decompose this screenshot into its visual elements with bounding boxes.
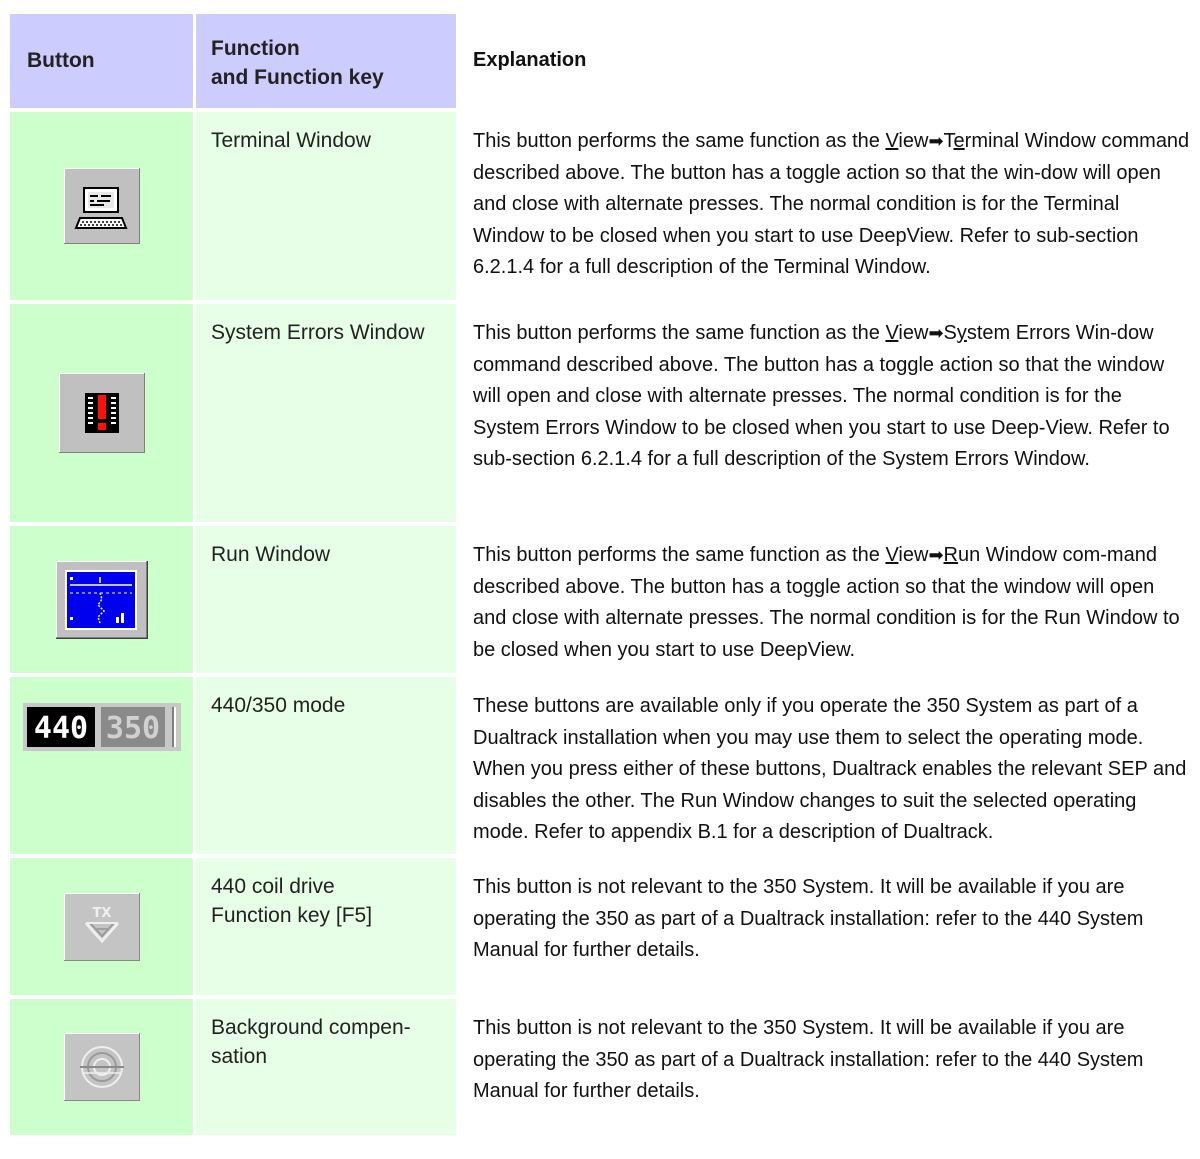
header-button: Button [10, 14, 193, 108]
function-label: sation [211, 1045, 268, 1068]
coil-drive-function: 440 coil drive Function key [F5] [196, 858, 456, 995]
coil-drive-icon[interactable]: TX [63, 892, 140, 961]
explanation-text: This button is not relevant to the 350 S… [473, 1017, 1144, 1102]
mode-button-cell: 440 350 [10, 677, 193, 854]
command-text: rminal Window [964, 130, 1096, 152]
function-label: 440 coil drive [211, 875, 335, 898]
terminal-window-explanation: This button performs the same function a… [456, 112, 1200, 300]
header-function-line1: Function [211, 37, 300, 60]
background-compensation-button-cell [10, 999, 193, 1135]
function-label: System Errors Window [211, 321, 425, 344]
run-window-icon[interactable] [55, 560, 148, 639]
table-row: 440 350 440/350 mode These buttons are a… [10, 677, 1200, 858]
explanation-text: This button performs the same function a… [473, 544, 886, 566]
terminal-window-button-cell [10, 112, 193, 300]
explanation-text: These buttons are available only if you … [473, 695, 1187, 843]
coil-drive-button-cell: TX [10, 858, 193, 995]
mode-350-label: 350 [105, 711, 159, 746]
menu-view-text: iew [898, 322, 929, 344]
button-reference-table: Button Function and Function key Explana… [10, 14, 1200, 1135]
menu-view-accel: V [885, 544, 899, 566]
menu-view-text: iew [898, 544, 929, 566]
terminal-window-function: Terminal Window [196, 112, 456, 300]
background-compensation-icon[interactable] [63, 1033, 140, 1101]
explanation-text: This button performs the same function a… [473, 130, 886, 152]
command-text: S [943, 322, 957, 344]
background-compensation-explanation: This button is not relevant to the 350 S… [456, 999, 1200, 1135]
explanation-text: command described above. The button has … [473, 130, 1190, 278]
run-window-function: Run Window [196, 526, 456, 673]
command-accel: R [943, 544, 958, 566]
menu-arrow-icon: ➡ [928, 545, 944, 565]
run-window-explanation: This button performs the same function a… [456, 526, 1200, 673]
header-explanation: Explanation [456, 14, 1200, 108]
function-key-label: Function key [F5] [211, 904, 373, 927]
function-label: Run Window [211, 543, 331, 566]
explanation-text: This button is not relevant to the 350 S… [473, 876, 1144, 961]
header-button-label: Button [27, 49, 95, 72]
coil-drive-explanation: This button is not relevant to the 350 S… [456, 858, 1200, 995]
run-window-button-cell [10, 526, 193, 673]
command-text: stem Errors Win- [966, 322, 1117, 344]
menu-view-accel: V [885, 322, 899, 344]
function-label: Terminal Window [211, 129, 371, 152]
table-row: System Errors Window This button perform… [10, 304, 1200, 526]
function-label: Background compen- [211, 1016, 411, 1039]
table-row: Terminal Window This button performs the… [10, 112, 1200, 304]
background-compensation-function: Background compen- sation [196, 999, 456, 1135]
menu-arrow-icon: ➡ [928, 131, 944, 151]
header-function: Function and Function key [196, 14, 456, 108]
system-errors-button-cell [10, 304, 193, 522]
table-row: TX 440 coil drive Function key [F5] This… [10, 858, 1200, 999]
explanation-text: dow command described above. The button … [473, 322, 1170, 470]
mode-function: 440/350 mode [196, 677, 456, 854]
command-accel: y [956, 322, 967, 344]
header-explanation-label: Explanation [473, 49, 587, 72]
coil-drive-tx-label: TX [92, 906, 111, 921]
system-errors-function: System Errors Window [196, 304, 456, 522]
header-function-line2: and Function key [211, 66, 384, 89]
system-errors-icon[interactable] [58, 373, 145, 453]
function-label: 440/350 mode [211, 694, 346, 717]
table-row: Background compen- sation This button is… [10, 999, 1200, 1135]
command-text: T [943, 130, 954, 152]
menu-view-text: iew [898, 130, 929, 152]
terminal-window-icon[interactable] [63, 168, 140, 244]
mode-440-label: 440 [33, 711, 87, 746]
command-text: un Window com- [957, 544, 1107, 566]
table-header-row: Button Function and Function key Explana… [10, 14, 1200, 112]
system-errors-explanation: This button performs the same function a… [456, 304, 1200, 522]
explanation-text: This button performs the same function a… [473, 322, 886, 344]
command-accel: e [953, 130, 965, 152]
mode-440-350-icon[interactable]: 440 350 [22, 703, 181, 751]
menu-arrow-icon: ➡ [928, 323, 944, 343]
mode-explanation: These buttons are available only if you … [456, 677, 1200, 854]
menu-view-accel: V [885, 130, 899, 152]
table-row: Run Window This button performs the same… [10, 526, 1200, 677]
